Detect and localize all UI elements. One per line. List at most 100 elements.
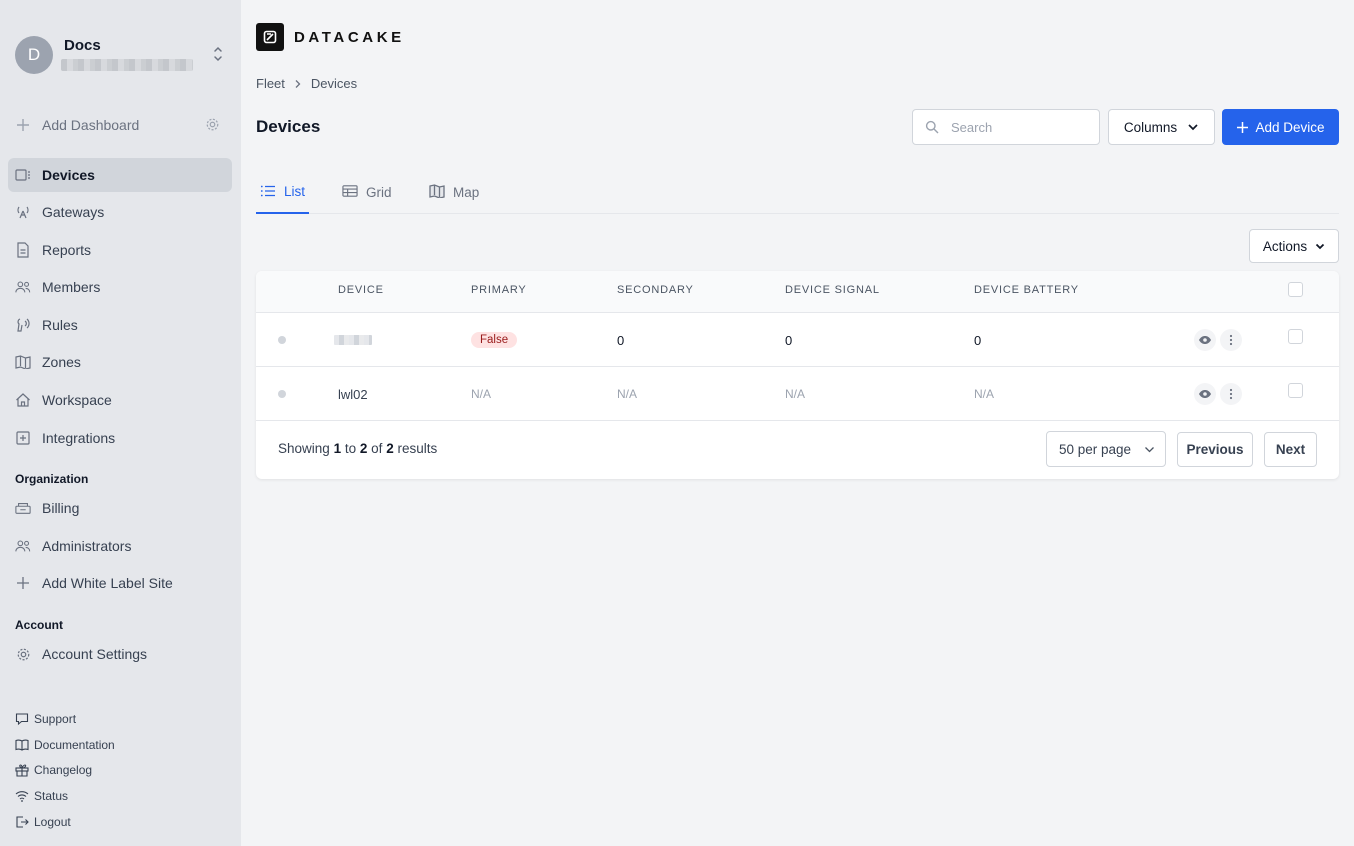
more-vertical-icon: [1229, 388, 1233, 400]
footer-link-support[interactable]: Support: [15, 709, 76, 729]
view-tabs: List Grid Map: [256, 170, 1339, 214]
table-icon: [342, 184, 358, 200]
sidebar-item-workspace[interactable]: Workspace: [8, 383, 232, 417]
org-switcher[interactable]: D Docs: [15, 36, 225, 74]
footer-link-documentation[interactable]: Documentation: [15, 735, 115, 755]
eye-icon: [1199, 390, 1211, 398]
add-device-button[interactable]: Add Device: [1222, 109, 1339, 145]
sidebar-item-label: Devices: [42, 167, 95, 183]
sidebar-item-gateways[interactable]: Gateways: [8, 195, 232, 229]
sidebar-item-zones[interactable]: Zones: [8, 345, 232, 379]
per-page-select[interactable]: 50 per page: [1046, 431, 1166, 467]
per-page-value: 50 per page: [1059, 441, 1132, 457]
column-header-device[interactable]: DEVICE: [338, 284, 384, 296]
column-header-primary[interactable]: PRIMARY: [471, 284, 527, 296]
members-icon: [15, 279, 31, 295]
columns-label: Columns: [1123, 119, 1178, 135]
sidebar-item-account-settings[interactable]: Account Settings: [8, 637, 232, 671]
sidebar-item-devices[interactable]: Devices: [8, 158, 232, 192]
footer-link-label: Status: [34, 789, 69, 803]
sidebar-item-rules[interactable]: Rules: [8, 308, 232, 342]
row-checkbox[interactable]: [1288, 383, 1303, 398]
sidebar-item-label: Gateways: [42, 204, 105, 220]
primary-cell: False: [471, 313, 518, 367]
sidebar-item-billing[interactable]: Billing: [8, 491, 232, 525]
battery-cell: N/A: [974, 387, 995, 401]
actions-button[interactable]: Actions: [1249, 229, 1339, 263]
table-row[interactable]: False 0 0 0: [256, 313, 1339, 367]
breadcrumb-devices[interactable]: Devices: [311, 76, 357, 91]
datacake-logo-icon: [256, 23, 284, 51]
column-header-secondary[interactable]: SECONDARY: [617, 284, 694, 296]
chevron-down-icon: [1315, 241, 1325, 251]
chevron-down-icon: [1144, 444, 1155, 455]
tab-map[interactable]: Map: [429, 170, 479, 214]
chat-icon: [15, 712, 29, 726]
column-header-device-signal[interactable]: DEVICE SIGNAL: [785, 284, 880, 296]
sidebar-item-label: Members: [42, 279, 101, 295]
tab-grid[interactable]: Grid: [342, 170, 392, 214]
device-name[interactable]: lwl02: [338, 367, 368, 421]
more-options-button[interactable]: [1220, 383, 1242, 405]
billing-icon: [15, 500, 31, 516]
org-subtitle-redacted: [61, 59, 193, 71]
search-input[interactable]: [951, 119, 1081, 135]
of-word: of: [371, 441, 383, 456]
view-button[interactable]: [1194, 329, 1216, 351]
sidebar-item-reports[interactable]: Reports: [8, 233, 232, 267]
showing-prefix: Showing: [278, 441, 330, 456]
logout-icon: [15, 815, 29, 829]
view-button[interactable]: [1194, 383, 1216, 405]
table-footer: Showing 1 to 2 of 2 results 50 per page …: [256, 420, 1339, 479]
select-all-checkbox[interactable]: [1288, 282, 1303, 297]
footer-link-changelog[interactable]: Changelog: [15, 760, 92, 780]
sidebar-item-members[interactable]: Members: [8, 270, 232, 304]
sidebar-item-label: Workspace: [42, 392, 112, 408]
signal-cell: N/A: [785, 387, 806, 401]
add-device-label: Add Device: [1255, 119, 1325, 135]
wifi-icon: [15, 789, 29, 803]
plus-square-icon: [15, 430, 31, 446]
footer-link-status[interactable]: Status: [15, 786, 68, 806]
footer-link-label: Support: [34, 712, 77, 726]
footer-link-label: Logout: [34, 815, 71, 829]
search-icon: [925, 120, 939, 134]
avatar: D: [15, 36, 53, 74]
gateway-icon: [15, 204, 31, 220]
secondary-cell: N/A: [617, 387, 638, 401]
status-badge: False: [471, 332, 518, 348]
results-total: 2: [386, 441, 394, 456]
sidebar-item-integrations[interactable]: Integrations: [8, 421, 232, 455]
gear-icon[interactable]: [205, 117, 220, 132]
device-name[interactable]: [334, 313, 372, 367]
tab-label: Grid: [366, 184, 392, 200]
search-box[interactable]: [912, 109, 1100, 145]
secondary-cell: 0: [617, 332, 625, 348]
sidebar-item-add-white-label-site[interactable]: Add White Label Site: [8, 566, 232, 600]
chevron-up-down-icon[interactable]: [211, 44, 225, 64]
more-options-button[interactable]: [1220, 329, 1242, 351]
sidebar-item-label: Reports: [42, 242, 92, 258]
tab-label: List: [284, 183, 306, 199]
add-dashboard-button[interactable]: Add Dashboard: [8, 108, 232, 142]
brand[interactable]: DATACAKE: [256, 23, 405, 51]
footer-link-logout[interactable]: Logout: [15, 812, 71, 832]
actions-label: Actions: [1262, 238, 1308, 254]
columns-button[interactable]: Columns: [1108, 109, 1215, 145]
previous-button[interactable]: Previous: [1177, 432, 1253, 467]
admins-icon: [15, 538, 31, 554]
row-checkbox[interactable]: [1288, 329, 1303, 344]
results-to: 2: [359, 441, 368, 456]
column-header-device-battery[interactable]: DEVICE BATTERY: [974, 284, 1079, 296]
next-button[interactable]: Next: [1264, 432, 1317, 467]
list-icon: [260, 183, 276, 199]
breadcrumb-fleet[interactable]: Fleet: [256, 76, 285, 91]
page-title: Devices: [256, 117, 321, 136]
sidebar-item-administrators[interactable]: Administrators: [8, 529, 232, 563]
home-icon: [15, 392, 31, 408]
device-name-redacted: [334, 335, 372, 345]
tab-list[interactable]: List: [256, 170, 310, 214]
rules-icon: [15, 317, 31, 333]
table-row[interactable]: lwl02 N/A N/A N/A N/A: [256, 367, 1339, 421]
account-section-title: Account: [15, 618, 63, 632]
